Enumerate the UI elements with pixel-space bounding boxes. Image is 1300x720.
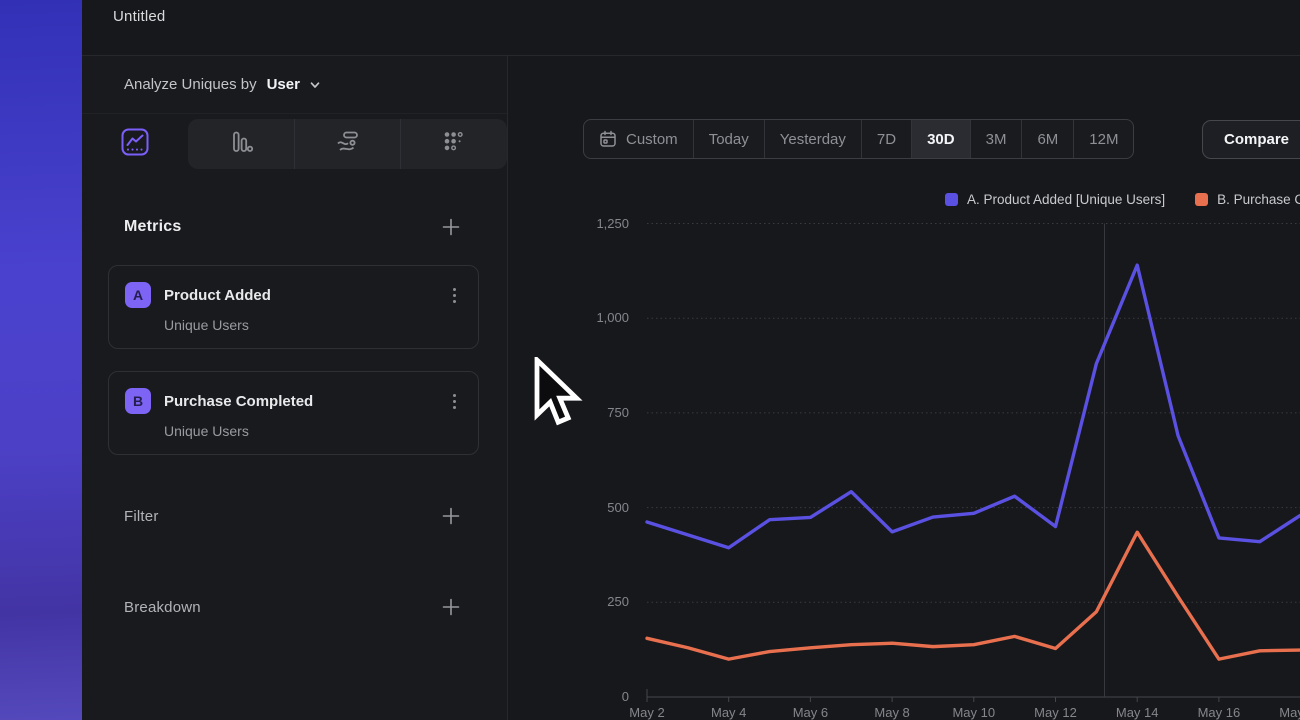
chart-legend: A. Product Added [Unique Users] B. Purcha… [945,192,1300,207]
range-12m[interactable]: 12M [1073,120,1133,158]
analytics-app: Untitled Analyze Uniques by User [0,0,1300,720]
range-3m[interactable]: 3M [970,120,1022,158]
range-6m[interactable]: 6M [1021,120,1073,158]
filter-section-header: Filter [82,504,507,528]
legend-label: A. Product Added [Unique Users] [967,192,1165,207]
x-axis-label: May 6 [770,705,850,720]
add-filter-button[interactable] [439,504,463,528]
y-axis-label: 1,250 [508,216,629,231]
x-axis-label: May 2 [607,705,687,720]
background-gradient [0,0,82,720]
compare-button[interactable]: Compare [1202,120,1300,159]
series-line [647,265,1300,548]
report-window: Untitled Analyze Uniques by User [82,0,1300,720]
dot-grid-icon [441,129,467,160]
flow-icon [335,129,361,160]
x-axis-label: May 4 [689,705,769,720]
x-axis-label: May 14 [1097,705,1177,720]
query-sidebar: Analyze Uniques by User [82,56,508,720]
metric-title: Purchase Completed [164,393,447,410]
analyze-by-value[interactable]: User [267,76,300,93]
tab-bar-chart[interactable] [188,119,294,169]
titlebar: Untitled [82,0,1300,56]
kebab-menu-icon[interactable] [447,286,462,305]
range-7d[interactable]: 7D [861,120,911,158]
breakdown-label: Breakdown [124,599,201,616]
metric-subtitle: Unique Users [164,317,462,333]
analyze-by-label: Analyze Uniques by [124,76,257,93]
mouse-cursor [531,357,583,444]
y-axis-label: 500 [508,500,629,515]
y-axis-label: 250 [508,594,629,609]
tab-dot-grid[interactable] [400,119,507,169]
add-metric-button[interactable] [439,215,463,239]
legend-swatch [1195,193,1208,206]
x-axis-label: May 12 [1016,705,1096,720]
legend-item[interactable]: A. Product Added [Unique Users] [945,192,1165,207]
x-axis-label: May 8 [852,705,932,720]
chevron-down-icon[interactable] [309,79,321,91]
chart-type-tabs-group [188,119,507,169]
report-title: Untitled [113,8,165,25]
analyze-by-row: Analyze Uniques by User [82,56,507,114]
x-axis-label: May 16 [1179,705,1259,720]
chart-panel: CustomTodayYesterday7D30D3M6M12M Compare… [508,56,1300,720]
range-today[interactable]: Today [693,120,764,158]
metrics-label: Metrics [124,218,181,236]
line-chart-icon [120,127,150,162]
tab-flow[interactable] [294,119,401,169]
metric-badge: B [125,388,151,414]
breakdown-section-header: Breakdown [82,595,507,619]
x-axis-label: May 18 [1261,705,1300,720]
kebab-menu-icon[interactable] [447,392,462,411]
metric-title: Product Added [164,287,447,304]
metric-cards-list: A Product Added Unique Users B Purchase Comp… [108,265,479,455]
calendar-icon [599,130,617,148]
window-content: Analyze Uniques by User [82,56,1300,720]
metric-card[interactable]: B Purchase Completed Unique Users [108,371,479,455]
compare-label: Compare [1224,131,1289,148]
series-line [647,532,1300,659]
legend-item[interactable]: B. Purchase Completed [Unique Users] [1195,192,1300,207]
legend-label: B. Purchase Completed [Unique Users] [1217,192,1300,207]
chart-type-tabbar [82,114,507,171]
range-30d[interactable]: 30D [911,120,970,158]
date-range-control: CustomTodayYesterday7D30D3M6M12M [583,119,1134,159]
range-custom[interactable]: Custom [584,120,693,158]
metrics-section-header: Metrics [82,215,507,239]
metric-badge: A [125,282,151,308]
metric-subtitle: Unique Users [164,423,462,439]
range-yesterday[interactable]: Yesterday [764,120,861,158]
add-breakdown-button[interactable] [439,595,463,619]
legend-swatch [945,193,958,206]
filter-label: Filter [124,508,159,525]
metric-card[interactable]: A Product Added Unique Users [108,265,479,349]
y-axis-label: 0 [508,689,629,704]
x-axis-label: May 10 [934,705,1014,720]
y-axis-label: 1,000 [508,310,629,325]
bar-chart-icon [228,129,254,160]
tab-line-chart-active[interactable] [82,119,188,169]
